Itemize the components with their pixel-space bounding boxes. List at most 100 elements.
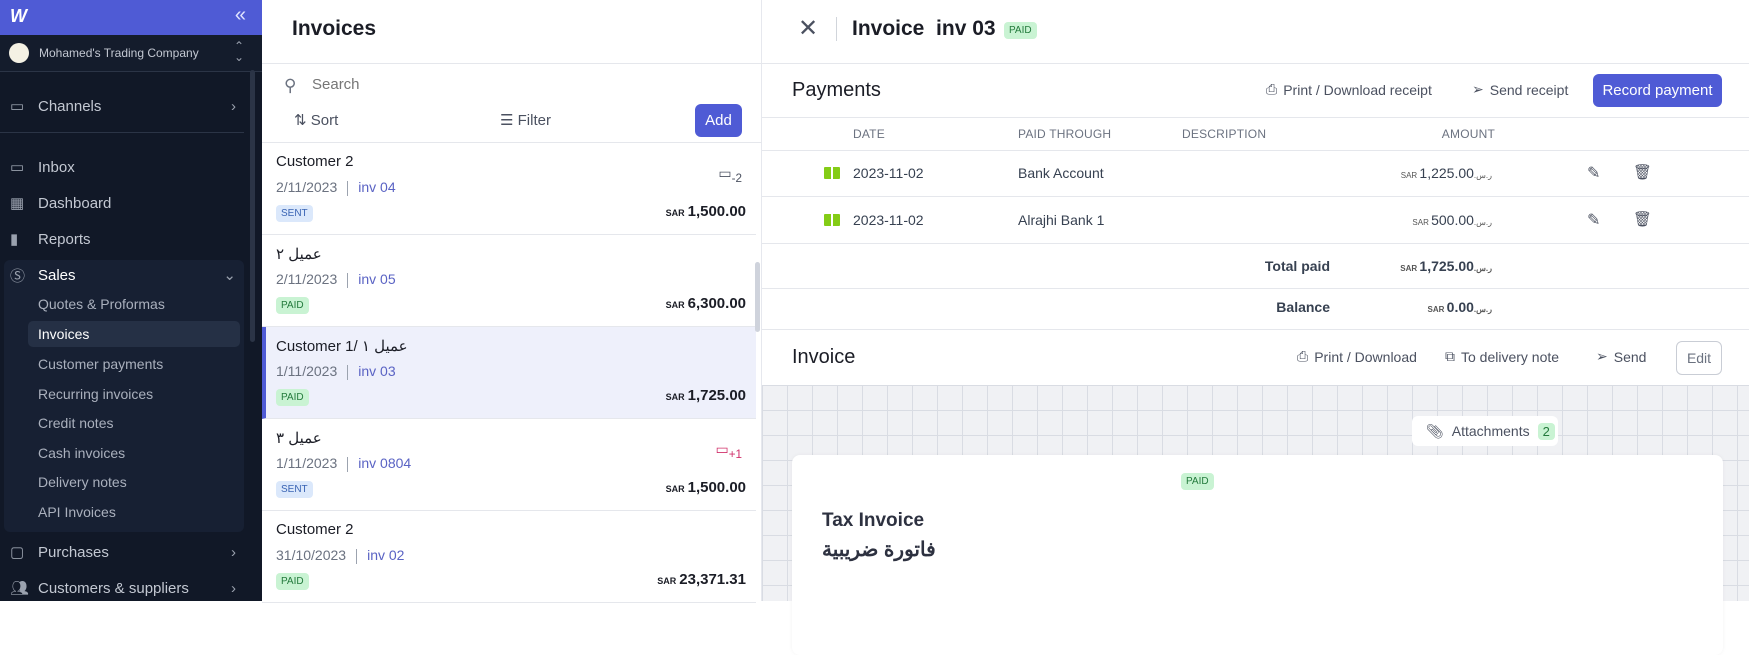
separator (347, 272, 349, 288)
amount: 1,725.00 (687, 387, 746, 404)
sidebar-item-customers[interactable]: 👥︎ Customers & suppliers › (10, 573, 240, 603)
book-icon (824, 214, 840, 226)
filter-label: Filter (517, 112, 551, 129)
invoice-detail-panel: ✕ Invoice inv 03 PAID Payments ⎙ Print / … (762, 0, 1749, 655)
invoice-number[interactable]: inv 04 (358, 179, 395, 195)
sidebar-item-sales[interactable]: Ⓢ Sales ⌄ (10, 260, 240, 290)
button-label: Print / Download receipt (1283, 81, 1432, 98)
balance-value: SAR ر.س.0.00 (1345, 299, 1495, 315)
total-paid-value: SAR ر.س.1,725.00 (1345, 258, 1495, 274)
separator (347, 364, 349, 380)
status-badge: PAID (276, 297, 309, 314)
amount: 23,371.31 (679, 571, 746, 588)
separator (347, 456, 349, 472)
search-icon: ⚲ (284, 76, 297, 95)
separator (347, 180, 349, 196)
invoice-meta: 2/11/2023 inv 04 (276, 179, 396, 196)
total-paid-label: Total paid (1264, 258, 1330, 274)
invoice-list-item[interactable]: Customer 2 2/11/2023 inv 04 SENT SAR 1,500… (262, 143, 756, 235)
to-delivery-note-button[interactable]: ⧉ To delivery note (1445, 348, 1559, 365)
bag-icon: ▢ (10, 544, 25, 561)
page-title: Invoices (292, 17, 377, 40)
trash-icon[interactable]: 🗑︎ (1633, 210, 1652, 228)
print-download-button[interactable]: ⎙ Print / Download (1297, 348, 1417, 365)
sidebar-sub-customer-payments[interactable]: Customer payments (38, 351, 163, 377)
sidebar-scrollbar[interactable] (250, 70, 255, 342)
attachments-button[interactable]: 📎︎ Attachments 2 (1412, 416, 1558, 446)
sidebar-item-dashboard[interactable]: ▦ Dashboard (10, 188, 240, 218)
amount: 6,300.00 (687, 295, 746, 312)
amount: 1,500.00 (687, 479, 746, 496)
invoice-list-item[interactable]: عميل ٢ 2/11/2023 inv 05 PAID SAR 6,300.00 (262, 235, 756, 327)
printer-icon: ⎙ (1266, 81, 1278, 97)
sidebar-sub-quotes[interactable]: Quotes & Proformas (38, 291, 165, 317)
amount: 1,500.00 (687, 203, 746, 220)
invoice-amount: SAR 1,725.00 (666, 387, 746, 404)
button-label: To delivery note (1461, 348, 1560, 365)
trash-icon[interactable]: 🗑︎ (1633, 163, 1652, 181)
invoice-heading: Invoice (792, 346, 856, 368)
sidebar-sub-delivery-notes[interactable]: Delivery notes (38, 469, 127, 495)
send-button[interactable]: ➢ Send (1596, 348, 1646, 365)
nav-label: Reports (38, 230, 91, 248)
invoice-amount: SAR 1,500.00 (666, 479, 746, 496)
send-receipt-button[interactable]: ➢ Send receipt (1472, 81, 1568, 98)
edit-pencil-icon[interactable]: ✎ (1587, 163, 1600, 183)
invoice-number[interactable]: inv 0804 (358, 455, 411, 471)
add-button[interactable]: Add (695, 104, 742, 137)
collapse-sidebar-icon[interactable]: « (235, 4, 246, 27)
invoice-list-item[interactable]: Customer 1/ عميل ١ 1/11/2023 inv 03 PAID … (262, 327, 756, 419)
sidebar-sub-invoices[interactable]: Invoices (28, 321, 240, 347)
chevron-right-icon: › (231, 579, 236, 597)
due-days: +1 (728, 447, 742, 461)
amount: 500.00 (1431, 212, 1474, 228)
col-description: DESCRIPTION (1182, 127, 1267, 141)
company-switcher[interactable]: Mohamed's Trading Company ⌃ ⌄ (0, 35, 262, 72)
dollar-circle-icon: Ⓢ (10, 267, 26, 285)
invoice-number[interactable]: inv 05 (358, 271, 395, 287)
filter-icon: ☰ (500, 112, 514, 129)
sidebar-sub-credit-notes[interactable]: Credit notes (38, 410, 113, 436)
calendar-due-icon: ▭-2 (718, 165, 742, 185)
divider (762, 288, 1749, 289)
list-scrollbar[interactable] (755, 262, 760, 332)
record-payment-button[interactable]: Record payment (1593, 74, 1722, 107)
sidebar-item-inbox[interactable]: ▭ Inbox (10, 152, 240, 182)
app-logo: W (10, 6, 27, 26)
sort-button[interactable]: ⇅ Sort (294, 111, 338, 129)
col-date: DATE (853, 127, 885, 141)
sidebar-item-channels[interactable]: ▭ Channels › (10, 91, 240, 121)
sidebar-sub-recurring[interactable]: Recurring invoices (38, 381, 153, 407)
edit-button[interactable]: Edit (1676, 341, 1722, 375)
sidebar-item-purchases[interactable]: ▢ Purchases › (10, 537, 240, 567)
invoice-title: Invoice inv 03 (852, 17, 996, 40)
separator (356, 548, 358, 564)
payment-through: Bank Account (1018, 165, 1104, 181)
sidebar-sub-cash-invoices[interactable]: Cash invoices (38, 440, 125, 466)
sidebar-item-reports[interactable]: ▮ Reports (10, 224, 240, 254)
invoice-list-item[interactable]: Customer 2 31/10/2023 inv 02 PAID SAR 23,3… (262, 511, 756, 603)
status-badge: PAID (1004, 22, 1037, 39)
company-name: Mohamed's Trading Company (39, 46, 199, 60)
printer-icon: ⎙ (1297, 348, 1309, 364)
invoice-preview-area: 📎︎ Attachments 2 PAID Tax Invoice فاتورة ض… (762, 385, 1749, 655)
amount: 1,725.00 (1419, 258, 1474, 274)
divider (262, 63, 762, 64)
dashboard-icon: ▦ (10, 195, 25, 212)
search-input[interactable] (312, 76, 612, 93)
print-receipt-button[interactable]: ⎙ Print / Download receipt (1266, 81, 1432, 98)
sidebar-sub-api-invoices[interactable]: API Invoices (38, 499, 116, 525)
currency: SAR (665, 484, 685, 494)
edit-pencil-icon[interactable]: ✎ (1587, 210, 1600, 230)
customer-name: Customer 1/ عميل ١ (276, 338, 408, 355)
balance-label: Balance (1276, 299, 1330, 315)
invoice-date: 1/11/2023 (276, 455, 338, 471)
filter-button[interactable]: ☰ Filter (500, 111, 551, 129)
tax-invoice-title-ar: فاتورة ضريبية (822, 539, 936, 561)
invoice-number[interactable]: inv 03 (358, 363, 395, 379)
close-icon[interactable]: ✕ (798, 14, 818, 43)
nav-label: Channels (38, 97, 102, 115)
invoice-list-item[interactable]: عميل ٣ 1/11/2023 inv 0804 SENT SAR 1,500.0… (262, 419, 756, 511)
send-icon: ➢ (1472, 81, 1484, 97)
invoice-number[interactable]: inv 02 (367, 547, 404, 563)
